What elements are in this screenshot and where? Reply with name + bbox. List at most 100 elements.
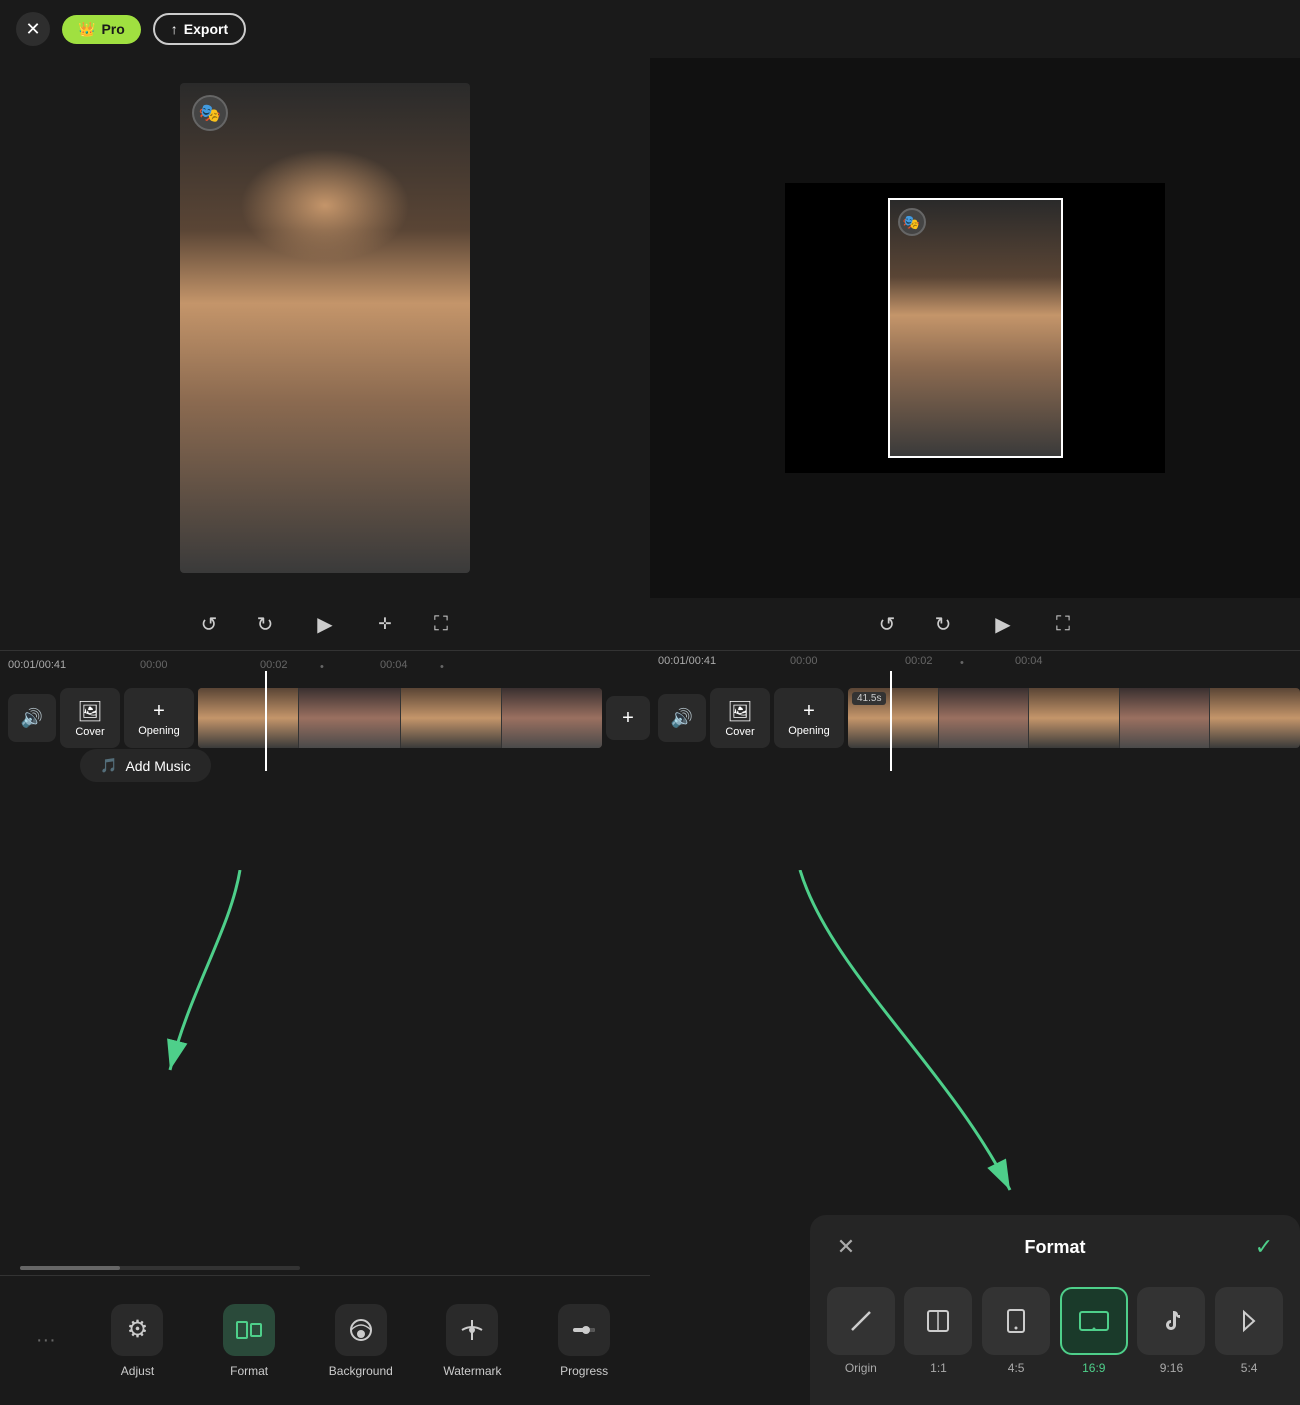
opening-icon-right: + [803, 700, 815, 723]
strip-thumb-2 [299, 688, 400, 748]
format-option-5-4[interactable]: 5:4 [1215, 1287, 1283, 1375]
playhead-right [890, 671, 892, 771]
controls-right: ↺ ↻ ▶ ⛶ [650, 604, 1300, 644]
format-option-origin[interactable]: Origin [827, 1287, 895, 1375]
close-icon: ✕ [837, 1234, 855, 1260]
bottom-toolbar: ··· ⚙ Adjust Format Background [0, 1275, 650, 1405]
format-header: ✕ Format ✓ [810, 1215, 1300, 1279]
marker-2-left: 00:04 [380, 659, 408, 671]
tool-item-adjust[interactable]: ⚙ Adjust [102, 1304, 172, 1378]
scroll-indicator: ··· [31, 1315, 61, 1367]
opening-clip-left[interactable]: + Opening [124, 688, 194, 748]
undo-button-left[interactable]: ↺ [193, 608, 225, 640]
redo-button-left[interactable]: ↻ [249, 608, 281, 640]
origin-label: Origin [845, 1361, 877, 1375]
marker-1-left: 00:02 [260, 659, 288, 671]
marker-dot-left: • [320, 661, 324, 673]
preview-left: 🎭 [0, 58, 650, 598]
crown-icon: 👑 [78, 21, 95, 38]
strip-thumb-1 [198, 688, 299, 748]
play-button-left[interactable]: ▶ [305, 604, 345, 644]
background-label: Background [329, 1364, 393, 1378]
cover-clip-right[interactable]: 🖼 Cover [710, 688, 770, 748]
export-button[interactable]: ↑ Export [153, 13, 246, 45]
add-music-button[interactable]: 🎵 Add Music [80, 749, 211, 782]
format-close-button[interactable]: ✕ [830, 1231, 862, 1263]
origin-icon-box [827, 1287, 895, 1355]
video-frame-right-container: 🎭 [785, 183, 1165, 473]
format-title: Format [1024, 1237, 1085, 1258]
timeline-right: 00:01/00:41 00:00 00:02 • 00:04 🔊 🖼 Cove… [650, 650, 1300, 790]
cover-icon-right: 🖼 [727, 699, 752, 724]
format-option-1-1[interactable]: 1:1 [904, 1287, 972, 1375]
watermark-label: Watermark [443, 1364, 501, 1378]
4-5-label: 4:5 [1008, 1361, 1025, 1375]
adjust-icon: ⚙ [111, 1304, 163, 1356]
16-9-icon-box [1060, 1287, 1128, 1355]
format-option-4-5[interactable]: 4:5 [982, 1287, 1050, 1375]
strip-r-5 [1210, 688, 1300, 748]
play-button-right[interactable]: ▶ [983, 604, 1023, 644]
strip-thumb-4 [502, 688, 602, 748]
opening-clip-right[interactable]: + Opening [774, 688, 844, 748]
preview-right: 🎭 [650, 58, 1300, 598]
opening-icon-left: + [153, 700, 165, 723]
video-strip-left [198, 688, 602, 748]
timeline-track-right: 🔊 🖼 Cover + Opening 41.5s [650, 683, 1300, 753]
controls-bar: ↺ ↻ ▶ ✛ ⛶ ↺ ↻ ▶ ⛶ [0, 598, 1300, 650]
strip-r-2 [939, 688, 1030, 748]
4-5-icon-box [982, 1287, 1050, 1355]
expand-button-left[interactable]: ⛶ [425, 608, 457, 640]
tool-item-format[interactable]: Format [214, 1304, 284, 1378]
expand-button-right[interactable]: ⛶ [1047, 608, 1079, 640]
time-current-left: 00:01/00:41 [8, 659, 66, 671]
music-icon: 🎵 [100, 757, 117, 774]
strip-r-3 [1029, 688, 1120, 748]
cover-label-left: Cover [75, 726, 104, 738]
format-option-16-9[interactable]: 16:9 [1060, 1287, 1128, 1375]
9-16-label: 9:16 [1160, 1361, 1183, 1375]
video-frame-right: 🎭 [888, 198, 1063, 458]
pro-button[interactable]: 👑 Pro [62, 15, 141, 44]
cover-label-right: Cover [725, 726, 754, 738]
pro-label: Pro [101, 21, 124, 37]
background-icon [335, 1304, 387, 1356]
undo-button-right[interactable]: ↺ [871, 608, 903, 640]
close-button[interactable]: ✕ [16, 12, 50, 46]
strip-thumb-3 [401, 688, 502, 748]
add-clip-button-left[interactable]: + [606, 696, 650, 740]
time-current-right: 00:01/00:41 [658, 655, 716, 667]
format-confirm-button[interactable]: ✓ [1248, 1231, 1280, 1263]
format-panel: ✕ Format ✓ Origin 1:1 [810, 1215, 1300, 1405]
marker-2-right: 00:04 [1015, 655, 1043, 667]
opening-label-left: Opening [138, 725, 180, 737]
format-option-9-16[interactable]: 9:16 [1137, 1287, 1205, 1375]
audio-button-left[interactable]: 🔊 [8, 694, 56, 742]
scrollbar-thumb [20, 1266, 120, 1270]
format-label: Format [230, 1364, 268, 1378]
9-16-icon-box [1137, 1287, 1205, 1355]
scrollbar-bottom[interactable] [20, 1266, 300, 1270]
audio-button-right[interactable]: 🔊 [658, 694, 706, 742]
strip-r-4 [1120, 688, 1211, 748]
timeline-left: 00:01/00:41 00:00 00:02 • 00:04 • 🔊 🖼 Co… [0, 650, 650, 790]
watermark-icon [446, 1304, 498, 1356]
marker-dot2-left: • [440, 661, 444, 673]
upload-icon: ↑ [171, 21, 178, 37]
1-1-icon-box [904, 1287, 972, 1355]
adjust-label: Adjust [121, 1364, 154, 1378]
cover-icon-left: 🖼 [77, 699, 102, 724]
cover-clip-left[interactable]: 🖼 Cover [60, 688, 120, 748]
tool-item-progress[interactable]: Progress [549, 1304, 619, 1378]
avatar-overlay-right: 🎭 [898, 208, 926, 236]
timeline-track-left: 🔊 🖼 Cover + Opening + [0, 683, 650, 753]
format-icon [223, 1304, 275, 1356]
timeline-area: 00:01/00:41 00:00 00:02 • 00:04 • 🔊 🖼 Co… [0, 650, 1300, 790]
1-1-label: 1:1 [930, 1361, 947, 1375]
add-music-label: Add Music [125, 758, 190, 774]
redo-button-right[interactable]: ↻ [927, 608, 959, 640]
tool-item-background[interactable]: Background [326, 1304, 396, 1378]
tool-item-watermark[interactable]: Watermark [437, 1304, 507, 1378]
cursor-button[interactable]: ✛ [369, 608, 401, 640]
marker-1-right: 00:02 [905, 655, 933, 667]
